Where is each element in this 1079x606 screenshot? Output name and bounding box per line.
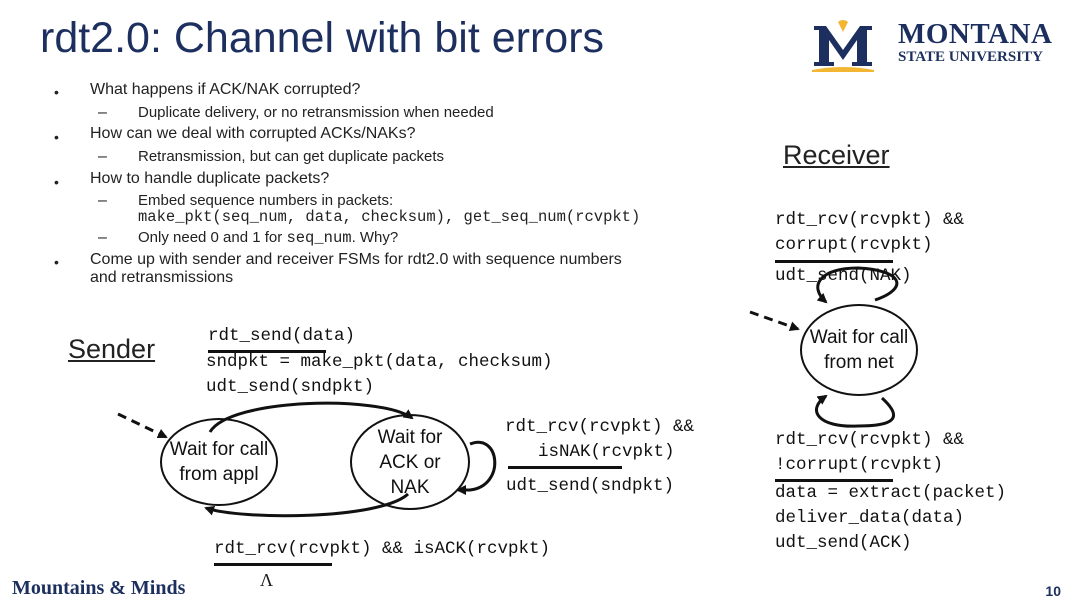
- state-label-line: from appl: [179, 464, 259, 485]
- receiver-arrow-bottom-loop: [815, 394, 895, 428]
- sender-t1-action-1: sndpkt = make_pkt(data, checksum): [206, 352, 553, 372]
- receiver-t2-action-1: data = extract(packet): [775, 483, 1007, 503]
- sender-initial-arrow: [117, 412, 168, 439]
- state-label-line: NAK: [390, 476, 430, 498]
- state-label-line: Wait for call: [809, 327, 909, 348]
- transition-divider: [508, 466, 622, 469]
- sender-t2-event-1: rdt_rcv(rcvpkt) &&: [505, 417, 695, 437]
- sender-t3-action-lambda: Λ: [260, 570, 274, 590]
- sender-t1-action-2: udt_send(sndpkt): [206, 377, 375, 397]
- receiver-t2-action-3: udt_send(ACK): [775, 533, 912, 553]
- page-number: 10: [1045, 583, 1061, 599]
- receiver-t2-action-2: deliver_data(data): [775, 508, 965, 528]
- footer-tagline: Mountains & Minds: [12, 577, 186, 599]
- transition-divider: [775, 260, 893, 263]
- receiver-initial-arrow: [749, 310, 800, 332]
- sender-t2-action: udt_send(sndpkt): [506, 476, 675, 496]
- state-label-line: ACK or: [379, 451, 441, 473]
- receiver-t1-event-2: corrupt(rcvpkt): [775, 235, 933, 255]
- state-label-line: Wait for: [377, 426, 443, 448]
- sender-t2-event-2: isNAK(rcvpkt): [538, 442, 675, 462]
- state-label-line: from net: [824, 352, 894, 373]
- transition-divider: [214, 563, 332, 566]
- sender-t1-event: rdt_send(data): [208, 326, 356, 346]
- receiver-t2-event-2: !corrupt(rcvpkt): [775, 455, 944, 475]
- state-wait-for-call-from-appl: Wait for call from appl: [160, 418, 278, 506]
- state-label-line: Wait for call: [169, 439, 269, 460]
- sender-heading: Sender: [68, 334, 156, 364]
- sender-t3-event: rdt_rcv(rcvpkt) && isACK(rcvpkt): [214, 539, 551, 559]
- state-wait-for-call-from-net: Wait for call from net: [800, 304, 918, 396]
- receiver-t1-action: udt_send(NAK): [775, 266, 912, 286]
- receiver-heading: Receiver: [783, 140, 890, 170]
- receiver-t2-event-1: rdt_rcv(rcvpkt) &&: [775, 430, 965, 450]
- receiver-t1-event-1: rdt_rcv(rcvpkt) &&: [775, 210, 965, 230]
- state-wait-for-ack-or-nak: Wait for ACK or NAK: [350, 414, 470, 510]
